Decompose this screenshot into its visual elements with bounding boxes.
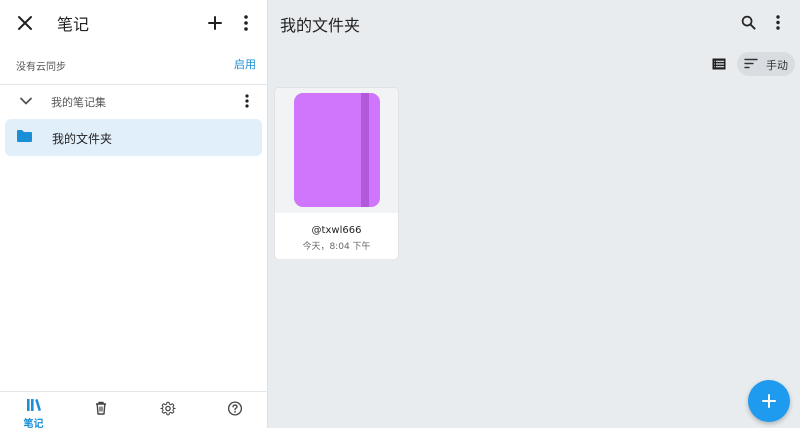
notebook-card[interactable]: @txwl666 今天，8:04 下午: [274, 87, 399, 259]
sync-row: 没有云同步 启用: [0, 50, 268, 78]
sidebar-header: 笔记: [0, 0, 268, 46]
gear-icon: [160, 401, 175, 416]
more-vert-icon: [245, 94, 249, 108]
nav-trash[interactable]: [67, 392, 134, 428]
nav-notes[interactable]: 笔记: [0, 392, 67, 428]
more-vert-icon: [776, 14, 780, 30]
notebook-date: 今天，8:04 下午: [302, 242, 371, 252]
folder-label: 我的文件夹: [52, 132, 113, 146]
sync-status: 没有云同步: [16, 62, 66, 73]
list-view-icon: [712, 58, 726, 70]
collection-label: 我的笔记集: [51, 96, 106, 109]
notebook-info: @txwl666 今天，8:04 下午: [275, 213, 398, 259]
sort-button[interactable]: 手动: [737, 52, 795, 76]
close-button[interactable]: [10, 8, 40, 38]
sidebar-more-button[interactable]: [232, 8, 260, 38]
sort-icon: [744, 58, 758, 69]
add-notebook-fab[interactable]: [748, 380, 790, 422]
sidebar: 笔记 没有云同步 启用 我的笔记集 我的文件夹 笔记: [0, 0, 268, 428]
help-icon: [227, 401, 242, 416]
divider: [0, 84, 268, 85]
search-button[interactable]: [735, 8, 761, 36]
close-icon: [18, 16, 32, 30]
collection-row[interactable]: 我的笔记集: [0, 86, 268, 116]
plus-icon: [762, 394, 776, 408]
sidebar-item-folder[interactable]: 我的文件夹: [5, 119, 262, 156]
notes-library-icon: [26, 399, 41, 411]
chevron-down-icon: [20, 97, 32, 105]
nav-settings[interactable]: [134, 392, 201, 428]
folder-icon: [17, 130, 32, 142]
nav-notes-label: 笔记: [23, 419, 44, 428]
more-vert-icon: [244, 15, 248, 31]
notebook-name: @txwl666: [311, 225, 362, 236]
bottom-nav: 笔记: [0, 391, 268, 428]
plus-icon: [208, 16, 222, 30]
page-title: 我的文件夹: [280, 16, 361, 35]
sidebar-title: 笔记: [57, 15, 90, 34]
enable-sync-link[interactable]: 启用: [234, 56, 256, 72]
notebook-cover: [294, 93, 380, 207]
notebook-spine: [361, 93, 369, 207]
search-icon: [741, 15, 756, 30]
trash-icon: [95, 401, 106, 415]
add-button[interactable]: [200, 8, 230, 38]
collection-more-button[interactable]: [236, 89, 258, 113]
sort-label: 手动: [766, 59, 788, 72]
nav-help[interactable]: [201, 392, 268, 428]
list-view-button[interactable]: [707, 52, 731, 76]
main-more-button[interactable]: [766, 8, 790, 36]
collapse-button[interactable]: [14, 89, 38, 113]
